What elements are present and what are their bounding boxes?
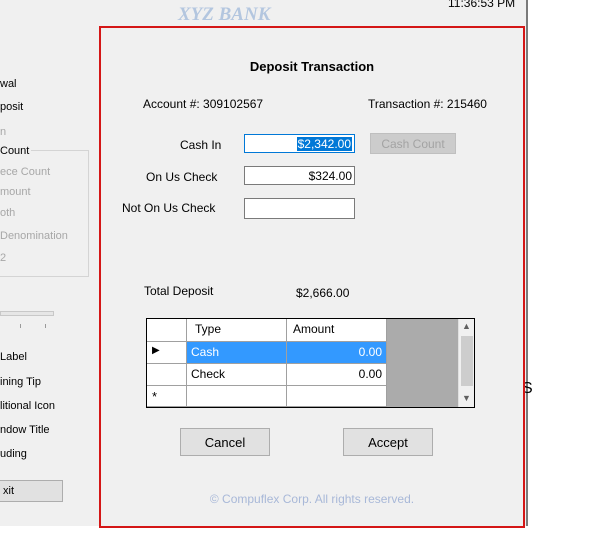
- grid-row-header-current[interactable]: ▶: [147, 342, 187, 364]
- slider-tick: [20, 324, 21, 328]
- slider-tick: [45, 324, 46, 328]
- copyright-text: © Compuflex Corp. All rights reserved.: [209, 492, 415, 506]
- option-label[interactable]: Label: [0, 351, 27, 363]
- scroll-up-arrow-icon[interactable]: ▲: [462, 321, 471, 331]
- cash-in-value: $2,342.00: [296, 137, 352, 151]
- count-option-2: 2: [0, 252, 7, 264]
- cash-count-button[interactable]: Cash Count: [370, 133, 456, 154]
- on-us-check-value: $324.00: [308, 169, 352, 183]
- option-additional-icon[interactable]: litional Icon: [0, 400, 55, 412]
- disabled-option: n: [0, 126, 7, 138]
- grid-row-header[interactable]: [147, 364, 187, 386]
- total-deposit-label: Total Deposit: [144, 284, 214, 298]
- scroll-down-arrow-icon[interactable]: ▼: [462, 393, 471, 403]
- grid-empty-area: [387, 319, 458, 407]
- scroll-thumb[interactable]: [461, 336, 473, 386]
- deposit-grid[interactable]: Type Amount ▶ Cash 0.00 Check 0.00 * ▲ ▼: [146, 318, 475, 408]
- on-us-check-field[interactable]: $324.00: [244, 166, 355, 185]
- grid-new-row-header[interactable]: *: [147, 386, 187, 407]
- not-on-us-check-field[interactable]: [244, 198, 355, 219]
- cancel-button[interactable]: Cancel: [180, 428, 270, 456]
- option-window-title[interactable]: ndow Title: [0, 424, 50, 436]
- dialog-title: Deposit Transaction: [249, 59, 375, 74]
- count-option-denomination: Denomination: [0, 230, 68, 242]
- exit-button-label: xit: [3, 485, 14, 497]
- grid-header-amount[interactable]: Amount: [287, 319, 387, 342]
- grid-scrollbar[interactable]: ▲ ▼: [458, 319, 474, 407]
- cancel-button-label: Cancel: [204, 434, 246, 450]
- not-on-us-check-label: Not On Us Check: [122, 201, 216, 215]
- count-option-both: oth: [0, 207, 16, 219]
- clock: 11:36:53 PM: [448, 0, 516, 10]
- count-group-legend: Count: [0, 145, 32, 157]
- grid-corner-header: [147, 319, 187, 342]
- bank-title: XYZ BANK: [178, 4, 271, 25]
- grid-new-cell-amount[interactable]: [287, 386, 387, 407]
- grid-cell-type[interactable]: Check: [187, 364, 287, 386]
- deposit-dialog: Deposit Transaction Account #: 309102567…: [99, 26, 525, 528]
- count-option-piece: ece Count: [0, 166, 51, 178]
- radio-deposit-label[interactable]: posit: [0, 101, 23, 113]
- option-training-tip[interactable]: ining Tip: [0, 376, 41, 388]
- grid-header-type[interactable]: Type: [187, 319, 287, 342]
- grid-cell-amount[interactable]: 0.00: [287, 364, 387, 386]
- grid-cell-amount[interactable]: 0.00: [287, 342, 387, 364]
- count-option-amount: mount: [0, 186, 31, 198]
- account-number-label: Account #: 309102567: [143, 97, 264, 111]
- exit-button[interactable]: xit: [0, 480, 63, 502]
- accept-button[interactable]: Accept: [343, 428, 433, 456]
- transaction-number-label: Transaction #: 215460: [368, 97, 487, 111]
- grid-new-cell-type[interactable]: [187, 386, 287, 407]
- window-border: [526, 0, 528, 526]
- option-including[interactable]: uding: [0, 448, 27, 460]
- cash-in-label: Cash In: [180, 138, 222, 152]
- grid-cell-type[interactable]: Cash: [187, 342, 287, 364]
- cash-in-field[interactable]: $2,342.00: [244, 134, 355, 153]
- radio-withdrawal-label[interactable]: wal: [0, 78, 17, 90]
- accept-button-label: Accept: [368, 434, 408, 450]
- on-us-check-label: On Us Check: [146, 170, 218, 184]
- total-deposit-value: $2,666.00: [296, 286, 350, 300]
- slider-track[interactable]: [0, 311, 54, 316]
- cash-count-button-label: Cash Count: [381, 136, 445, 151]
